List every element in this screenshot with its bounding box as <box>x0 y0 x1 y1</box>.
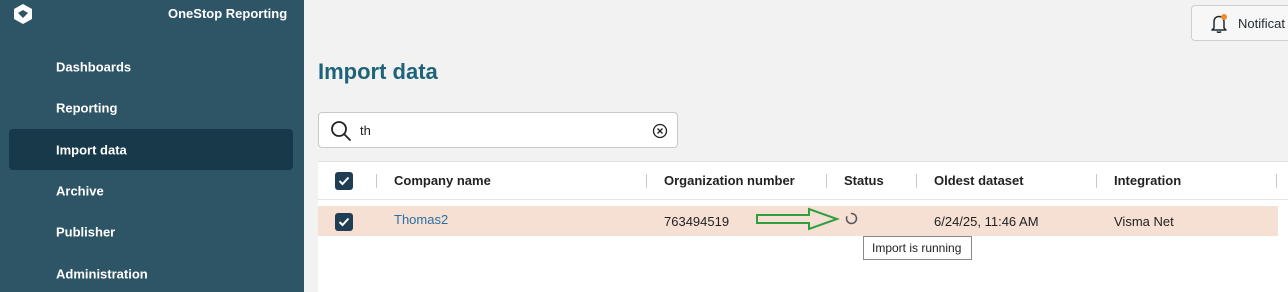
sidebar-item-administration[interactable]: Administration <box>9 253 293 292</box>
sidebar-item-import-data[interactable]: Import data <box>9 129 293 170</box>
column-divider[interactable] <box>1276 174 1277 188</box>
column-header-company-name[interactable]: Company name <box>394 173 491 188</box>
bell-icon <box>1211 14 1227 33</box>
app-title: OneStop Reporting <box>168 6 288 21</box>
oldest-dataset: 6/24/25, 11:46 AM <box>934 214 1039 229</box>
status-tooltip: Import is running <box>863 236 972 260</box>
select-all-checkbox[interactable] <box>335 172 353 190</box>
annotation-arrow-icon <box>756 207 840 231</box>
organization-number: 763494519 <box>664 214 730 229</box>
app-logo-icon[interactable] <box>12 3 34 25</box>
search-icon <box>331 121 351 141</box>
column-divider[interactable] <box>1096 174 1097 188</box>
search-value: th <box>360 123 371 138</box>
sidebar-item-label: Import data <box>56 142 127 157</box>
sidebar-item-reporting[interactable]: Reporting <box>9 87 293 128</box>
loading-spinner-icon[interactable] <box>845 212 858 225</box>
integration: Visma Net <box>1114 214 1174 229</box>
checkmark-icon <box>338 217 350 227</box>
checkmark-icon <box>338 176 350 186</box>
page-title: Import data <box>318 59 438 84</box>
column-divider[interactable] <box>826 174 827 188</box>
sidebar-item-label: Dashboards <box>56 59 132 74</box>
sidebar-item-publisher[interactable]: Publisher <box>9 211 293 252</box>
sidebar: OneStop Reporting Dashboards Reporting I… <box>0 0 304 292</box>
column-header-organization-number[interactable]: Organization number <box>664 173 795 188</box>
column-divider[interactable] <box>376 174 377 188</box>
search-input[interactable]: th <box>318 112 678 148</box>
clear-search-icon[interactable] <box>652 123 668 139</box>
sidebar-item-label: Reporting <box>56 100 118 115</box>
company-name-link[interactable]: Thomas2 <box>394 212 448 227</box>
notifications-button[interactable]: Notificat <box>1191 5 1288 41</box>
sidebar-item-label: Administration <box>56 266 148 281</box>
column-divider[interactable] <box>646 174 647 188</box>
column-divider[interactable] <box>916 174 917 188</box>
sidebar-item-label: Archive <box>56 183 104 198</box>
table-header: Company name Organization number Status … <box>318 162 1288 200</box>
sidebar-item-archive[interactable]: Archive <box>9 170 293 211</box>
sidebar-item-label: Publisher <box>56 224 116 239</box>
column-header-status[interactable]: Status <box>844 173 884 188</box>
sidebar-item-dashboards[interactable]: Dashboards <box>9 46 293 87</box>
row-checkbox[interactable] <box>335 213 353 231</box>
column-header-integration[interactable]: Integration <box>1114 173 1181 188</box>
notifications-label: Notificat <box>1238 16 1285 31</box>
column-header-oldest-dataset[interactable]: Oldest dataset <box>934 173 1024 188</box>
